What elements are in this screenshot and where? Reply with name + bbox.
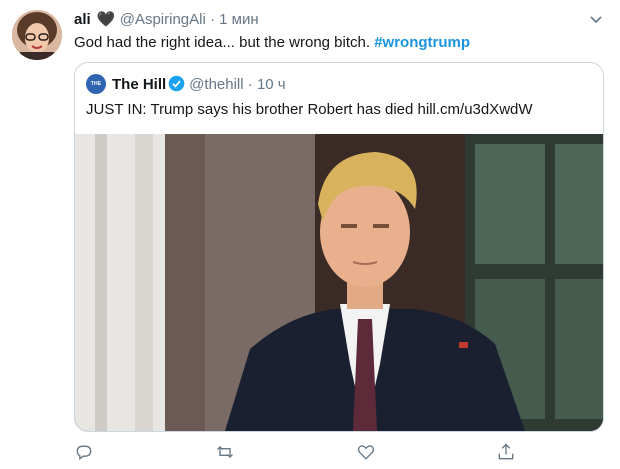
thehill-logo-avatar[interactable]: THE HILL <box>86 74 106 107</box>
quoted-tweet-photo[interactable] <box>75 134 603 431</box>
quoted-time-separator: · <box>247 76 253 93</box>
heart-icon[interactable] <box>356 442 376 462</box>
author-name[interactable]: ali <box>74 11 91 28</box>
tweet-text-body: God had the right idea... but the wrong … <box>74 34 371 51</box>
quoted-author-name[interactable]: The Hill <box>112 76 166 93</box>
tweet-header: ali 🖤 @AspiringAli · 1 мин <box>74 10 259 30</box>
verified-badge-icon <box>168 75 185 92</box>
quoted-tweet-card[interactable]: THE HILL The Hill @thehill · 10 ч JUST IN… <box>74 62 604 432</box>
hashtag-link[interactable]: #wrongtrump <box>374 34 470 51</box>
black-heart-emoji: 🖤 <box>96 11 116 28</box>
retweet-icon[interactable] <box>215 442 235 462</box>
quoted-timestamp[interactable]: 10 ч <box>257 76 286 93</box>
quoted-tweet-header: The Hill @thehill · 10 ч <box>112 75 286 95</box>
time-separator: · <box>209 11 215 28</box>
tweet-actions <box>74 442 534 462</box>
reply-icon[interactable] <box>74 442 94 462</box>
author-avatar[interactable] <box>12 10 62 60</box>
chevron-down-icon[interactable] <box>588 12 604 28</box>
quoted-author-handle[interactable]: @thehill <box>189 76 243 93</box>
tweet-timestamp[interactable]: 1 мин <box>219 11 259 28</box>
author-handle[interactable]: @AspiringAli <box>120 11 206 28</box>
tweet-text: God had the right idea... but the wrong … <box>74 33 470 53</box>
share-icon[interactable] <box>496 442 516 462</box>
quoted-tweet-text: JUST IN: Trump says his brother Robert h… <box>86 101 533 118</box>
